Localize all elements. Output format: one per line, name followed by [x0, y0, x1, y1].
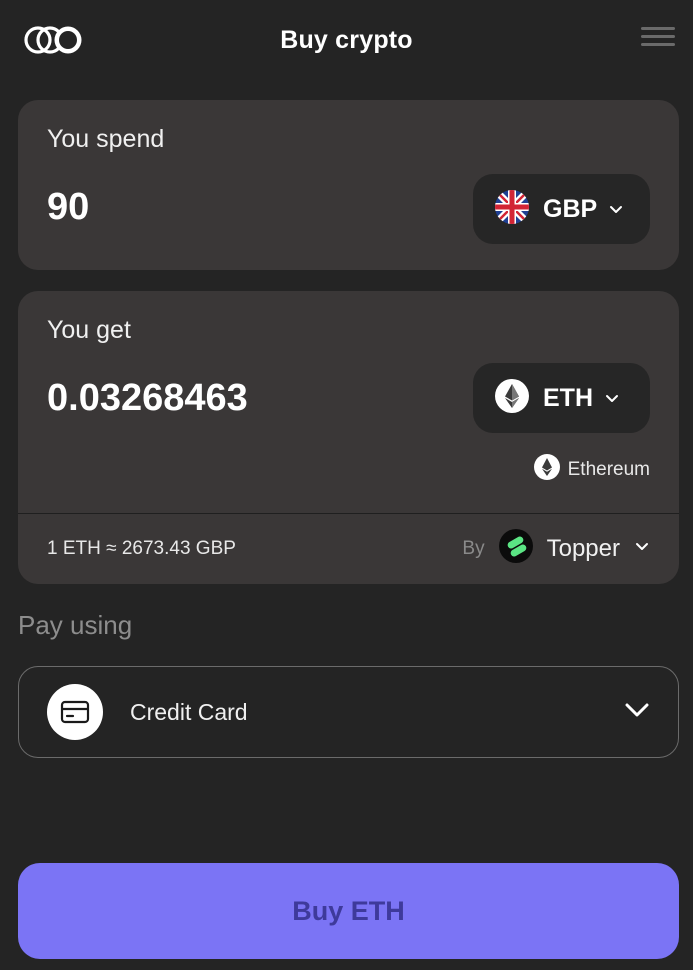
uk-flag-icon — [495, 189, 529, 229]
hamburger-menu-icon[interactable] — [641, 27, 675, 51]
receive-label: You get — [47, 316, 131, 344]
spend-label: You spend — [47, 125, 165, 153]
provider-selector[interactable]: By Topper — [462, 529, 650, 568]
network-name: Ethereum — [567, 459, 650, 480]
provider-name: Topper — [546, 534, 620, 562]
buy-button[interactable]: Buy ETH — [18, 863, 679, 959]
exchange-rate: 1 ETH ≈ 2673.43 GBP — [47, 538, 236, 559]
ethereum-icon — [533, 454, 560, 486]
credit-card-icon — [47, 684, 103, 740]
provider-by-label: By — [462, 537, 485, 559]
chevron-down-icon — [609, 202, 623, 216]
spend-amount-input[interactable]: 90 — [47, 186, 89, 229]
page-title: Buy crypto — [280, 26, 413, 54]
topper-logo-icon — [498, 529, 533, 568]
receive-currency-code: ETH — [543, 383, 593, 412]
ethereum-icon — [495, 378, 529, 418]
pay-using-label: Pay using — [18, 610, 133, 640]
app-header: Buy crypto — [0, 0, 693, 84]
payment-method-name: Credit Card — [130, 699, 248, 725]
chevron-down-icon — [634, 538, 650, 559]
chevron-down-icon — [624, 700, 650, 725]
receive-card: You get 0.03268463 ETH Ethereum 1 ETH ≈ … — [18, 291, 679, 584]
spend-currency-code: GBP — [543, 194, 598, 223]
chevron-down-icon — [605, 391, 619, 405]
receive-amount: 0.03268463 — [47, 377, 248, 419]
receive-currency-selector[interactable]: ETH — [473, 363, 650, 433]
network-badge: Ethereum — [533, 454, 650, 486]
spend-card: You spend 90 GBP — [18, 100, 679, 270]
payment-method-select[interactable]: Credit Card — [18, 666, 679, 758]
spend-currency-selector[interactable]: GBP — [473, 174, 650, 244]
divider — [18, 513, 679, 514]
